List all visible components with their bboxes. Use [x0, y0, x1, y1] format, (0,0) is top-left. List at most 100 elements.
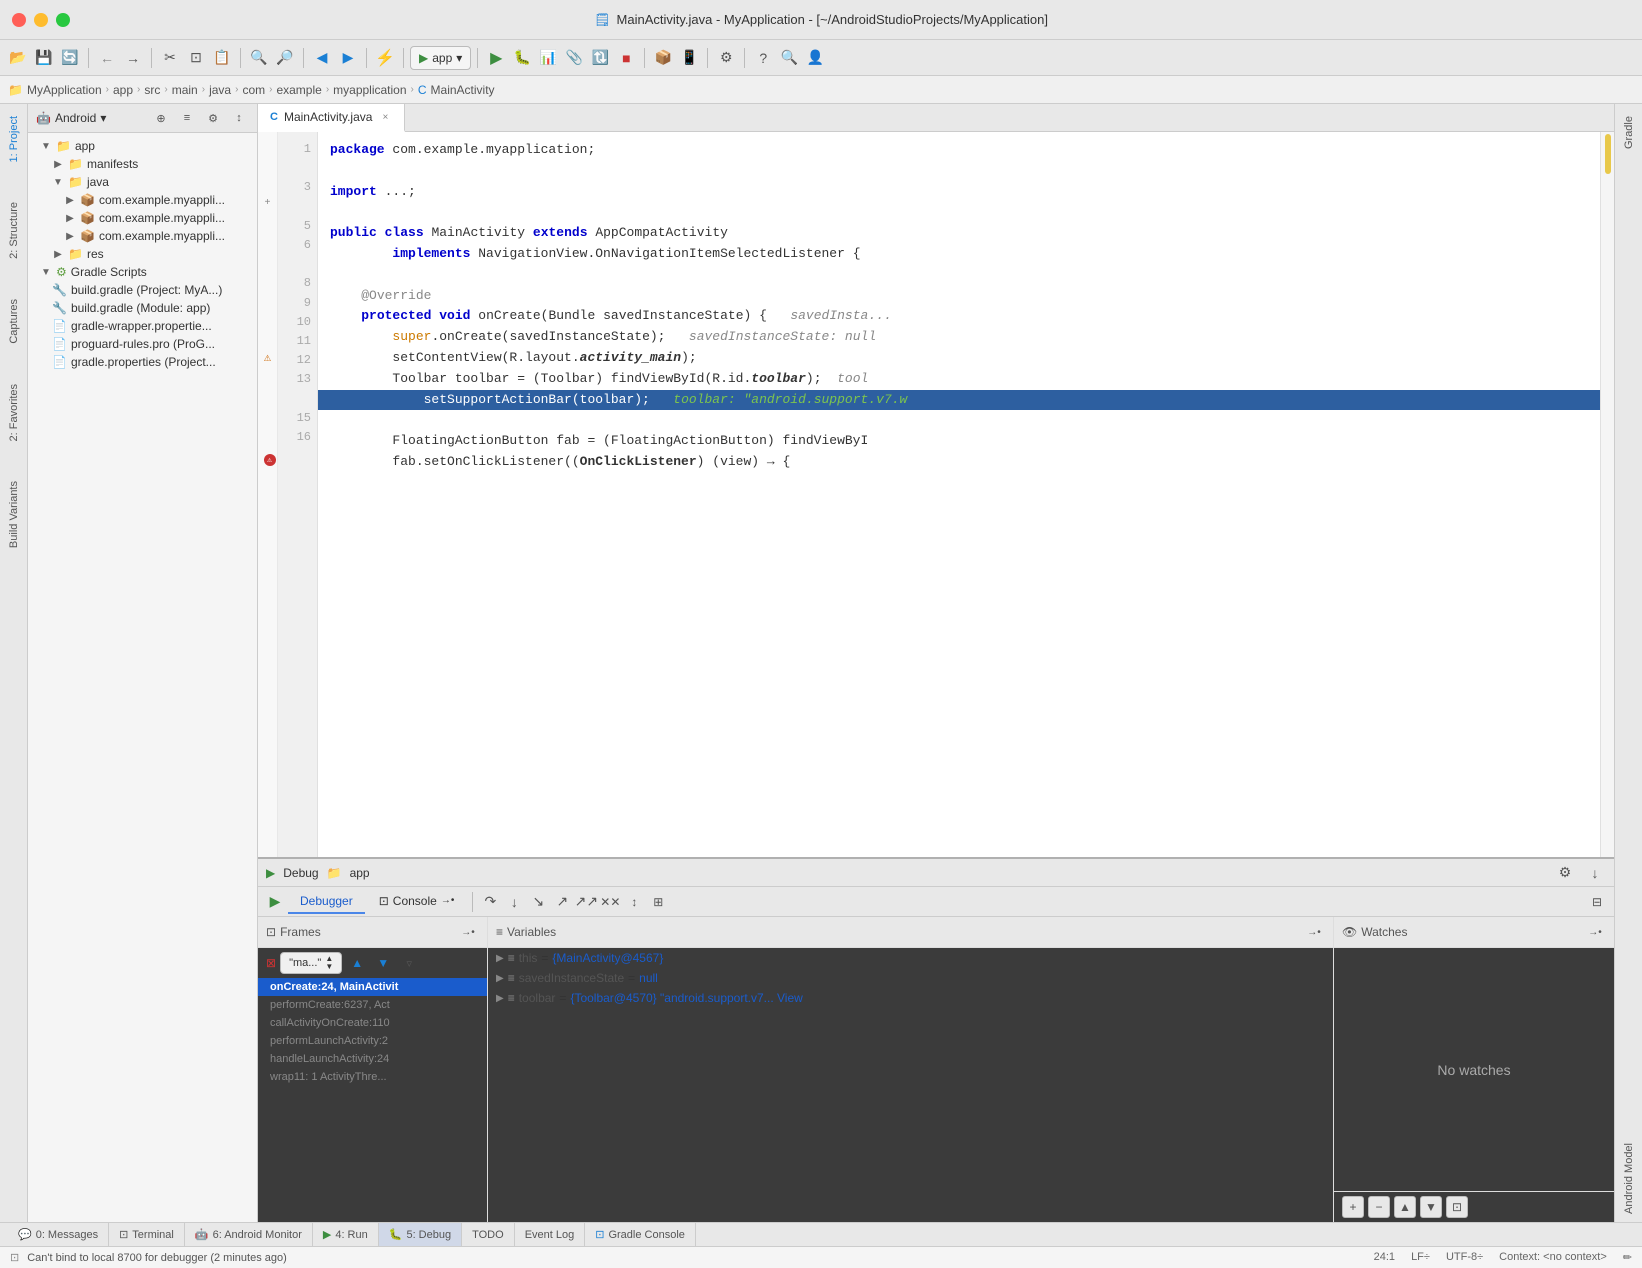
thread-filter-btn[interactable]: ▿ — [398, 952, 420, 974]
sidebar-tab-build-variants[interactable]: Build Variants — [4, 473, 24, 556]
tree-item-build-gradle-app[interactable]: 🔧 build.gradle (Module: app) — [28, 299, 257, 317]
collapse-import-icon[interactable]: + — [264, 198, 270, 209]
breadcrumb-myapplication2[interactable]: myapplication — [333, 83, 406, 97]
frame-wrap11[interactable]: wrap11: 1 ActivityThre... — [258, 1068, 487, 1086]
right-tab-gradle[interactable]: Gradle — [1619, 108, 1639, 157]
trace-btn[interactable]: ↕ — [623, 891, 645, 913]
line-ending[interactable]: LF÷ — [1411, 1251, 1430, 1264]
debug-button[interactable]: 🐛 — [510, 46, 534, 70]
sidebar-tab-structure[interactable]: 2: Structure — [4, 194, 24, 267]
debug-pin-btn[interactable]: ↓ — [1584, 862, 1606, 884]
editor-scrollbar[interactable] — [1600, 132, 1614, 857]
status-tab-todo[interactable]: TODO — [462, 1223, 515, 1246]
var-toolbar[interactable]: ▶ ≡ toolbar = {Toolbar@4570} "android.su… — [488, 988, 1333, 1008]
project-settings-btn[interactable]: ⊕ — [151, 108, 171, 128]
encoding[interactable]: UTF-8÷ — [1446, 1251, 1483, 1264]
avd-manager-button[interactable]: 📱 — [677, 46, 701, 70]
sidebar-tab-captures[interactable]: Captures — [4, 291, 24, 352]
status-tab-event-log[interactable]: Event Log — [515, 1223, 586, 1246]
tree-item-java[interactable]: ▼ 📁 java — [28, 173, 257, 191]
tree-item-pkg3[interactable]: ▶ 📦 com.example.myappli... — [28, 227, 257, 245]
tree-item-res[interactable]: ▶ 📁 res — [28, 245, 257, 263]
status-tab-messages[interactable]: 💬 0: Messages — [8, 1223, 109, 1246]
android-view-selector[interactable]: 🤖 Android ▾ — [36, 111, 106, 125]
breadcrumb-mainactivity[interactable]: C MainActivity — [418, 83, 495, 97]
frame-handlelaunch[interactable]: handleLaunchActivity:24 — [258, 1050, 487, 1068]
sync-button[interactable]: 🔄 — [58, 46, 82, 70]
settings-button[interactable]: ⚙ — [714, 46, 738, 70]
frame-callactivity[interactable]: callActivityOnCreate:110 — [258, 1014, 487, 1032]
code-editor[interactable]: + ⚠ — [258, 132, 1614, 857]
tree-item-app[interactable]: ▼ 📁 app — [28, 137, 257, 155]
gutter-bp[interactable]: ⚠ — [258, 447, 277, 473]
breadcrumb-src[interactable]: src — [144, 83, 160, 97]
status-tab-android-monitor[interactable]: 🤖 6: Android Monitor — [185, 1223, 313, 1246]
app-selector[interactable]: ▶ app ▾ — [410, 46, 471, 70]
profile-button[interactable]: 📊 — [536, 46, 560, 70]
step-into-btn[interactable]: ↓ — [503, 891, 525, 913]
watches-copy-btn[interactable]: ⊡ — [1446, 1196, 1468, 1218]
run-button[interactable]: ▶ — [484, 46, 508, 70]
thread-down-btn[interactable]: ▼ — [372, 952, 394, 974]
tree-item-gradle-properties[interactable]: 📄 gradle.properties (Project... — [28, 353, 257, 371]
tab-close-button[interactable]: × — [378, 110, 392, 124]
tree-item-proguard[interactable]: 📄 proguard-rules.pro (ProG... — [28, 335, 257, 353]
frames-expand-btn[interactable]: →• — [457, 921, 479, 943]
sidebar-tab-favorites[interactable]: 2: Favorites — [4, 376, 24, 449]
frame-oncreate[interactable]: onCreate:24, MainActivit — [258, 978, 487, 996]
status-tab-terminal[interactable]: ⊡ Terminal — [109, 1223, 185, 1246]
evaluate-btn[interactable]: ✕✕ — [599, 891, 621, 913]
save-button[interactable]: 💾 — [32, 46, 56, 70]
reload-button[interactable]: 🔃 — [588, 46, 612, 70]
force-step-into-btn[interactable]: ↘ — [527, 891, 549, 913]
frame-performcreate[interactable]: performCreate:6237, Act — [258, 996, 487, 1014]
tree-item-gradle-scripts[interactable]: ▼ ⚙ Gradle Scripts — [28, 263, 257, 281]
open-folder-button[interactable]: 📂 — [6, 46, 30, 70]
search-everywhere-button[interactable]: 🔍 — [777, 46, 801, 70]
right-tab-android-model[interactable]: Android Model — [1619, 1135, 1639, 1222]
console-tab[interactable]: ⊡ Console →• — [367, 890, 467, 914]
breadcrumb-java[interactable]: java — [209, 83, 231, 97]
tree-item-pkg1[interactable]: ▶ 📦 com.example.myappli... — [28, 191, 257, 209]
status-tab-run[interactable]: ▶ 4: Run — [313, 1223, 379, 1246]
account-button[interactable]: 👤 — [803, 46, 827, 70]
step-out-btn[interactable]: ↗ — [551, 891, 573, 913]
watches-add-btn[interactable]: + — [1342, 1196, 1364, 1218]
help-button[interactable]: ? — [751, 46, 775, 70]
sdk-manager-button[interactable]: 📦 — [651, 46, 675, 70]
find-replace-button[interactable]: 🔎 — [273, 46, 297, 70]
var-savedinstancestate[interactable]: ▶ ≡ savedInstanceState = null — [488, 968, 1333, 988]
debug-settings-btn[interactable]: ⚙ — [1554, 862, 1576, 884]
sidebar-tab-project[interactable]: 1: Project — [4, 108, 24, 170]
run-to-cursor-btn[interactable]: ↗↗ — [575, 891, 597, 913]
project-collapse-btn[interactable]: ↕ — [229, 108, 249, 128]
copy-button[interactable]: ⊡ — [184, 46, 208, 70]
tree-item-build-gradle-project[interactable]: 🔧 build.gradle (Project: MyA...) — [28, 281, 257, 299]
maximize-button[interactable] — [56, 13, 70, 27]
var-this[interactable]: ▶ ≡ this = {MainActivity@4567} — [488, 948, 1333, 968]
editor-tab-mainactivity[interactable]: C MainActivity.java × — [258, 104, 405, 132]
cut-button[interactable]: ✂ — [158, 46, 182, 70]
search-button[interactable]: 🔍 — [247, 46, 271, 70]
view-breakpoints-btn[interactable]: ⊞ — [647, 891, 669, 913]
thread-up-btn[interactable]: ▲ — [346, 952, 368, 974]
stop-button[interactable]: ■ — [614, 46, 638, 70]
forward-button[interactable]: → — [121, 46, 145, 70]
minimize-button[interactable] — [34, 13, 48, 27]
tree-item-gradle-wrapper[interactable]: 📄 gradle-wrapper.propertie... — [28, 317, 257, 335]
nav-back-button[interactable]: ◀ — [310, 46, 334, 70]
breadcrumb-main[interactable]: main — [172, 83, 198, 97]
resume-button[interactable]: ▶ — [264, 891, 286, 913]
breadcrumb-myapplication[interactable]: MyApplication — [27, 83, 102, 97]
tree-item-pkg2[interactable]: ▶ 📦 com.example.myappli... — [28, 209, 257, 227]
breadcrumb-app[interactable]: app — [113, 83, 133, 97]
watches-up-btn[interactable]: ▲ — [1394, 1196, 1416, 1218]
status-tab-debug[interactable]: 🐛 5: Debug — [379, 1223, 462, 1246]
watches-remove-btn[interactable]: − — [1368, 1196, 1390, 1218]
breadcrumb-example[interactable]: example — [276, 83, 321, 97]
project-sort-btn[interactable]: ⚙ — [203, 108, 223, 128]
nav-forward-button[interactable]: ▶ — [336, 46, 360, 70]
make-run-button[interactable]: ⚡ — [373, 46, 397, 70]
back-button[interactable]: ← — [95, 46, 119, 70]
watches-expand-btn[interactable]: →• — [1584, 921, 1606, 943]
